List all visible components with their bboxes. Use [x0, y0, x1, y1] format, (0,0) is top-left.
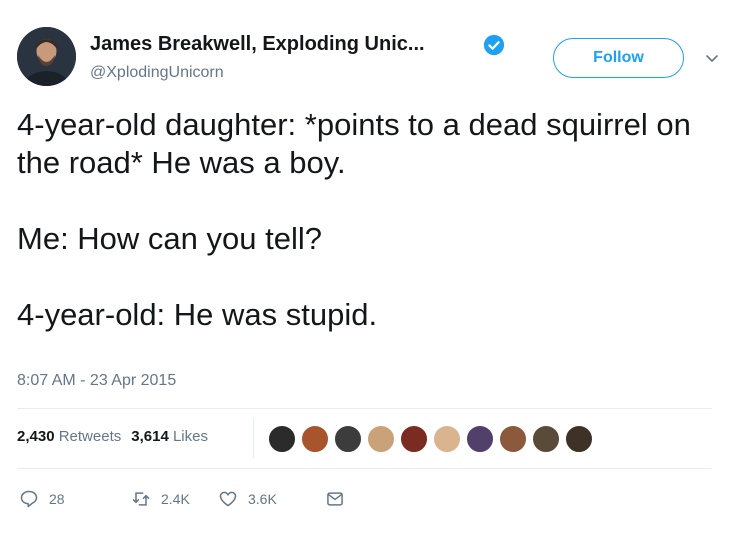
author-handle[interactable]: @XplodingUnicorn: [90, 64, 224, 82]
tweet-line-3: 4-year-old: He was stupid.: [17, 297, 378, 332]
liker-avatar[interactable]: [300, 424, 330, 454]
envelope-icon: [327, 492, 343, 506]
follow-button[interactable]: Follow: [553, 38, 684, 78]
tweet-stats: 2,430 Retweets 3,614 Likes: [17, 428, 208, 445]
liker-avatar[interactable]: [432, 424, 462, 454]
chevron-down-icon[interactable]: [704, 50, 720, 66]
like-button[interactable]: 3.6K: [218, 488, 277, 510]
direct-message-button[interactable]: [325, 488, 355, 510]
likes-stat[interactable]: 3,614 Likes: [131, 428, 208, 445]
liker-avatar[interactable]: [399, 424, 429, 454]
likes-label: Likes: [172, 428, 208, 445]
like-count: 3.6K: [248, 491, 277, 507]
retweets-label: Retweets: [58, 428, 122, 445]
retweets-stat[interactable]: 2,430 Retweets: [17, 428, 121, 445]
reply-count: 28: [49, 491, 65, 507]
liker-avatar[interactable]: [465, 424, 495, 454]
liker-avatar[interactable]: [333, 424, 363, 454]
author-avatar[interactable]: [17, 27, 76, 86]
tweet-text: 4-year-old daughter: *points to a dead s…: [17, 106, 717, 334]
liker-avatar[interactable]: [498, 424, 528, 454]
stats-separator: [253, 418, 254, 458]
liker-avatar[interactable]: [267, 424, 297, 454]
author-display-name[interactable]: James Breakwell, Exploding Unic...: [90, 33, 425, 56]
tweet-line-2: Me: How can you tell?: [17, 221, 322, 256]
likes-count: 3,614: [131, 428, 169, 445]
liker-avatar[interactable]: [366, 424, 396, 454]
retweet-icon: [132, 492, 150, 506]
heart-icon: [219, 491, 237, 507]
divider: [17, 468, 712, 469]
reply-button[interactable]: 28: [19, 488, 65, 510]
tweet-line-1: 4-year-old daughter: *points to a dead s…: [17, 107, 691, 180]
retweet-count: 2.4K: [161, 491, 190, 507]
reply-icon: [20, 490, 38, 508]
tweet-card: James Breakwell, Exploding Unic... @Xplo…: [0, 0, 730, 537]
tweet-timestamp[interactable]: 8:07 AM - 23 Apr 2015: [17, 372, 176, 390]
liker-avatar[interactable]: [531, 424, 561, 454]
verified-badge-icon: [483, 34, 505, 56]
divider: [17, 408, 712, 409]
retweet-button[interactable]: 2.4K: [131, 488, 190, 510]
liker-avatar[interactable]: [564, 424, 594, 454]
retweets-count: 2,430: [17, 428, 55, 445]
